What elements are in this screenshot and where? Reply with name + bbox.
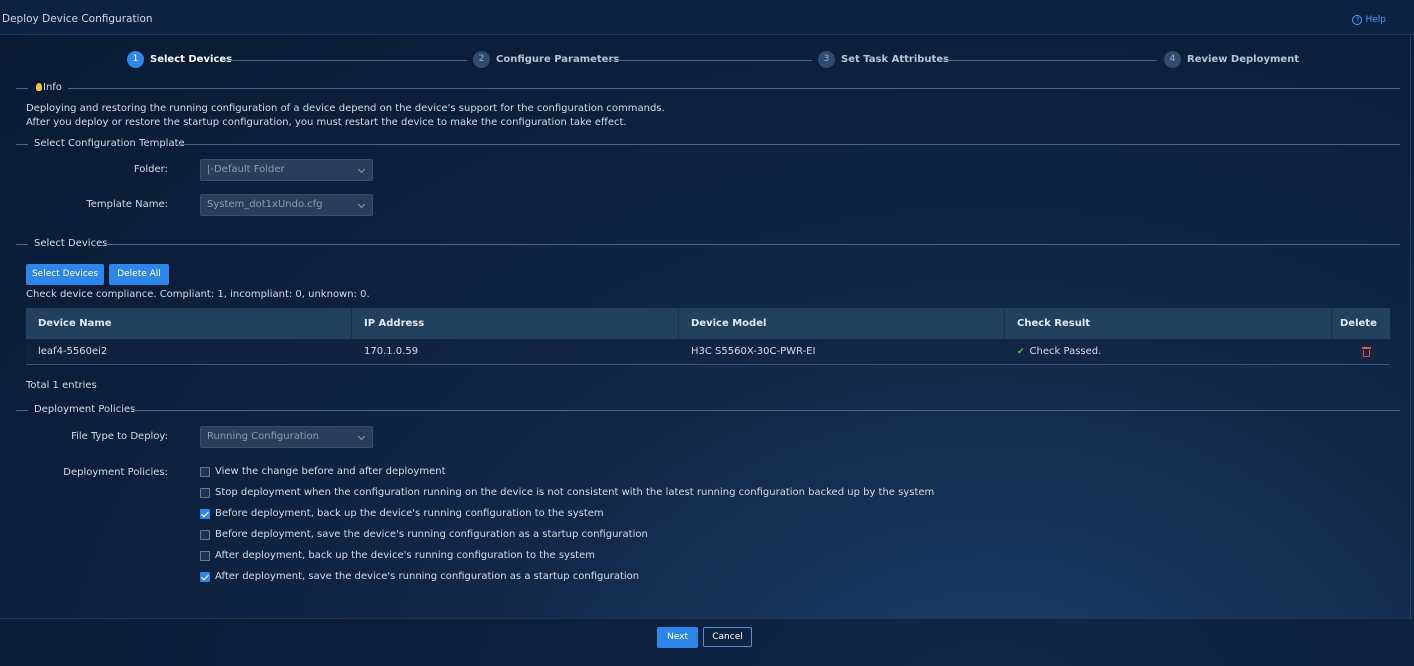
- table-row: leaf4-5560ei2 170.1.0.59 H3C S5560X-30C-…: [26, 339, 1390, 365]
- compliance-summary: Check device compliance. Compliant: 1, i…: [26, 289, 370, 300]
- checkbox-checked[interactable]: [200, 571, 210, 582]
- file-type-label: File Type to Deploy:: [71, 431, 168, 442]
- template-section-header: Select Configuration Template: [16, 138, 1400, 150]
- next-button[interactable]: Next: [657, 627, 698, 648]
- step-number: 2: [473, 51, 490, 68]
- divider: [68, 88, 1400, 89]
- column-header[interactable]: Check Result: [1005, 308, 1332, 339]
- checkbox[interactable]: [200, 550, 210, 561]
- divider: [104, 244, 1400, 245]
- policy-label: After deployment, back up the device's r…: [215, 550, 595, 561]
- step-connector: [939, 60, 1157, 61]
- policy-label: Before deployment, save the device's run…: [215, 529, 648, 540]
- policy-option[interactable]: View the change before and after deploym…: [200, 466, 445, 477]
- checkbox-checked[interactable]: [200, 508, 210, 519]
- checkbox[interactable]: [200, 529, 210, 540]
- devices-section-header: Select Devices: [16, 238, 1400, 250]
- cancel-button[interactable]: Cancel: [703, 627, 752, 647]
- check-result-text: Check Passed.: [1029, 346, 1102, 357]
- folder-select[interactable]: |-Default Folder: [200, 159, 373, 181]
- policies-section-header: Deployment Policies: [16, 404, 1400, 416]
- policy-option[interactable]: After deployment, back up the device's r…: [200, 550, 595, 561]
- table-header: Device Name IP Address Device Model Chec…: [26, 308, 1390, 339]
- step-select-devices[interactable]: 1 Select Devices: [127, 51, 232, 68]
- step-number: 4: [1164, 51, 1181, 68]
- divider: [16, 144, 28, 145]
- select-devices-button[interactable]: Select Devices: [26, 264, 104, 285]
- step-set-task-attributes[interactable]: 3 Set Task Attributes: [818, 51, 949, 68]
- step-label: Review Deployment: [1187, 54, 1300, 65]
- check-result-cell: ✔ Check Passed.: [1005, 339, 1332, 364]
- divider: [132, 410, 1400, 411]
- folder-label: Folder:: [133, 164, 168, 175]
- policy-option[interactable]: After deployment, save the device's runn…: [200, 571, 639, 582]
- template-name-label: Template Name:: [86, 199, 168, 210]
- help-link[interactable]: ? Help: [1352, 15, 1386, 25]
- policy-option[interactable]: Before deployment, back up the device's …: [200, 508, 604, 519]
- step-label: Set Task Attributes: [841, 54, 950, 65]
- file-type-select[interactable]: Running Configuration: [200, 426, 373, 448]
- window-title: Deploy Device Configuration: [2, 13, 153, 25]
- template-name-value: System_dot1xUndo.cfg: [207, 199, 323, 210]
- delete-cell: [1332, 339, 1390, 364]
- policies-heading: Deployment Policies: [34, 404, 136, 415]
- help-label: Help: [1365, 15, 1386, 25]
- footer-bar: Next Cancel: [0, 618, 1414, 666]
- column-header[interactable]: Device Name: [26, 308, 352, 339]
- step-configure-parameters[interactable]: 2 Configure Parameters: [473, 51, 619, 68]
- policy-label: Before deployment, back up the device's …: [215, 508, 604, 519]
- column-header[interactable]: Device Model: [679, 308, 1005, 339]
- step-number: 3: [818, 51, 835, 68]
- policy-label: Stop deployment when the configuration r…: [215, 487, 935, 498]
- devices-heading: Select Devices: [34, 238, 108, 249]
- chevron-down-icon: [357, 432, 366, 441]
- step-connector: [225, 60, 467, 61]
- wizard-steps: 1 Select Devices 2 Configure Parameters …: [0, 51, 1414, 69]
- checkbox[interactable]: [200, 466, 210, 477]
- checkmark-icon: ✔: [1017, 347, 1025, 357]
- checkbox[interactable]: [200, 487, 210, 498]
- device-model-cell: H3C S5560X-30C-PWR-EI: [691, 346, 816, 357]
- divider: [16, 88, 28, 89]
- template-name-select[interactable]: System_dot1xUndo.cfg: [200, 194, 373, 216]
- delete-all-button[interactable]: Delete All: [109, 264, 169, 285]
- step-connector: [606, 60, 812, 61]
- step-number: 1: [127, 51, 144, 68]
- step-label: Select Devices: [150, 54, 233, 65]
- policy-option[interactable]: Stop deployment when the configuration r…: [200, 487, 934, 498]
- ip-address-cell: 170.1.0.59: [364, 346, 419, 357]
- policy-label: View the change before and after deploym…: [215, 466, 446, 477]
- info-section-header: Info: [16, 82, 1400, 94]
- info-line-1: Deploying and restoring the running conf…: [26, 103, 665, 114]
- info-heading: Info: [36, 82, 62, 93]
- template-heading: Select Configuration Template: [34, 138, 185, 149]
- policy-option[interactable]: Before deployment, save the device's run…: [200, 529, 648, 540]
- column-header[interactable]: IP Address: [352, 308, 679, 339]
- chevron-down-icon: [357, 200, 366, 209]
- trash-icon[interactable]: [1362, 347, 1371, 357]
- step-label: Configure Parameters: [496, 54, 620, 65]
- column-header: Delete: [1340, 318, 1377, 329]
- devices-table: Device Name IP Address Device Model Chec…: [26, 308, 1390, 365]
- panel-edge: [1410, 36, 1411, 618]
- info-line-2: After you deploy or restore the startup …: [26, 117, 627, 128]
- device-name-cell: leaf4-5560ei2: [38, 346, 108, 357]
- folder-value: |-Default Folder: [207, 164, 285, 175]
- divider: [16, 244, 28, 245]
- policy-label: After deployment, save the device's runn…: [215, 571, 640, 582]
- divider: [16, 410, 28, 411]
- divider: [178, 144, 1400, 145]
- deployment-policies-label: Deployment Policies:: [63, 467, 168, 478]
- step-review-deployment[interactable]: 4 Review Deployment: [1164, 51, 1299, 68]
- lightbulb-icon: [36, 83, 42, 91]
- file-type-value: Running Configuration: [207, 431, 319, 442]
- title-bar: Deploy Device Configuration ? Help: [0, 0, 1414, 35]
- chevron-down-icon: [357, 165, 366, 174]
- total-entries: Total 1 entries: [26, 380, 97, 391]
- help-icon: ?: [1352, 15, 1363, 25]
